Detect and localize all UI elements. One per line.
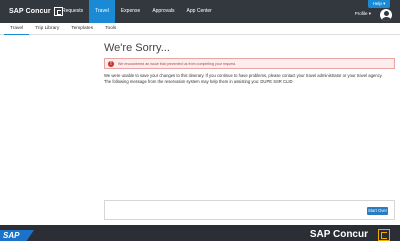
footer: SAP SAP Concur (0, 225, 400, 241)
main-nav: Requests Travel Expense Approvals App Ce… (56, 0, 218, 23)
subnav-templates[interactable]: Templates (65, 23, 99, 35)
user-avatar-icon[interactable] (380, 9, 392, 21)
error-icon: ! (108, 61, 114, 67)
profile-menu[interactable]: Profile ▾ (355, 11, 371, 17)
travel-subnav: Travel Trip Library Templates Tools (0, 23, 400, 35)
nav-travel[interactable]: Travel (89, 0, 115, 23)
concur-footer-logo-icon (378, 229, 390, 241)
error-message: We encountered an issue that prevented u… (118, 61, 236, 66)
error-details: We were unable to save your changes to t… (104, 73, 396, 84)
start-over-button[interactable]: Start Over (367, 207, 388, 215)
sap-concur-logo[interactable]: SAP Concur (9, 6, 63, 17)
nav-expense[interactable]: Expense (115, 0, 146, 23)
sap-logo: SAP (0, 230, 34, 241)
action-bar: Start Over (104, 200, 395, 220)
error-details-line-1: We were unable to save your changes to t… (104, 73, 383, 78)
help-button[interactable]: Help ▾ (368, 0, 390, 8)
nav-app-center[interactable]: App Center (181, 0, 218, 23)
main-content: We're Sorry... ! We encountered an issue… (0, 35, 400, 225)
nav-approvals[interactable]: Approvals (146, 0, 180, 23)
brand-name: SAP Concur (9, 8, 51, 15)
error-alert: ! We encountered an issue that prevented… (104, 58, 395, 69)
nav-requests[interactable]: Requests (56, 0, 89, 23)
page-title: We're Sorry... (104, 42, 170, 54)
footer-brand-name: SAP Concur (309, 229, 368, 240)
top-navigation-bar: SAP Concur Requests Travel Expense Appro… (0, 0, 400, 23)
error-details-line-2: The following message from the reservati… (104, 78, 293, 84)
subnav-travel[interactable]: Travel (4, 23, 30, 35)
subnav-trip-library[interactable]: Trip Library (29, 23, 65, 35)
subnav-tools[interactable]: Tools (99, 23, 122, 35)
